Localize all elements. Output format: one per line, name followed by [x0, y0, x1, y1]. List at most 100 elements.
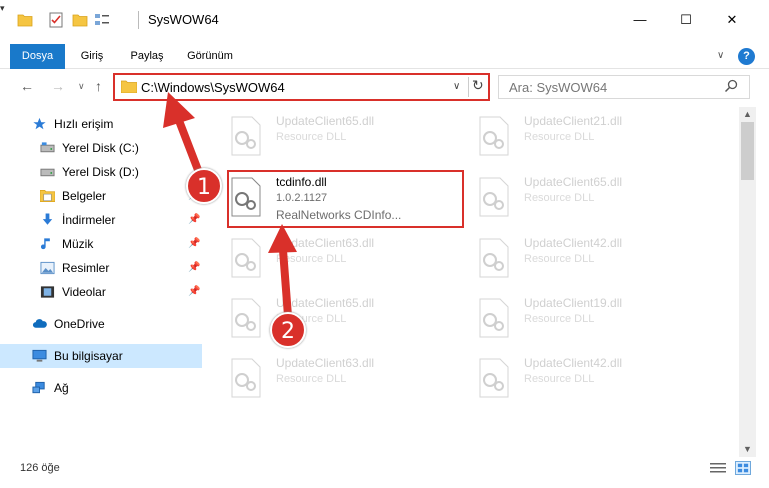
pin-icon[interactable]: 📌: [188, 214, 200, 225]
search-input[interactable]: Ara: SysWOW64: [509, 80, 607, 95]
dll-file-icon: [231, 116, 261, 156]
file-description: Resource DLL: [524, 373, 595, 385]
scroll-up-icon[interactable]: ▲: [743, 109, 752, 119]
download-icon: [42, 213, 53, 225]
folder-icon[interactable]: [17, 12, 33, 28]
dll-file-icon: [231, 298, 261, 338]
new-folder-icon[interactable]: [72, 12, 88, 28]
file-description: Resource DLL: [524, 253, 595, 265]
file-item[interactable]: UpdateClient63.dll Resource DLL: [216, 228, 456, 284]
sidebar-item-label: Hızlı erişim: [54, 117, 114, 131]
details-view-icon[interactable]: [710, 462, 726, 474]
drive-icon: [40, 168, 55, 177]
search-icon[interactable]: [724, 79, 738, 93]
file-item[interactable]: UpdateClient65.dll Resource DLL: [216, 288, 456, 344]
sidebar-item-local-disk-c[interactable]: Yerel Disk (C:): [0, 136, 202, 160]
pin-icon[interactable]: 📌: [188, 238, 200, 249]
computer-icon: [32, 349, 47, 362]
file-name: UpdateClient42.dll: [524, 356, 623, 370]
close-button[interactable]: ✕: [709, 0, 755, 40]
address-path[interactable]: C:\Windows\SysWOW64: [141, 80, 285, 95]
ribbon-tabs: Dosya Giriş Paylaş Görünüm ∨ ?: [0, 44, 769, 69]
file-name: UpdateClient63.dll: [276, 356, 375, 370]
item-count: 126 öğe: [20, 462, 60, 474]
sidebar-item-downloads[interactable]: İndirmeler 📌: [0, 208, 202, 232]
minimize-button[interactable]: —: [617, 0, 663, 40]
sidebar-item-music[interactable]: Müzik 📌: [0, 232, 202, 256]
vertical-scrollbar[interactable]: ▲ ▼: [739, 107, 756, 457]
file-item[interactable]: UpdateClient42.dll Resource DLL: [464, 348, 704, 404]
file-name: UpdateClient65.dll: [276, 114, 375, 128]
scroll-thumb[interactable]: [741, 122, 754, 180]
dll-file-icon: [479, 358, 509, 398]
sidebar-item-local-disk-d[interactable]: Yerel Disk (D:): [0, 160, 202, 184]
sidebar-item-onedrive[interactable]: OneDrive: [0, 312, 202, 336]
file-item[interactable]: UpdateClient42.dll Resource DLL: [464, 228, 704, 284]
sidebar-item-documents[interactable]: Belgeler 📌: [0, 184, 202, 208]
sidebar-item-label: OneDrive: [54, 317, 105, 331]
maximize-button[interactable]: ☐: [663, 0, 709, 40]
sidebar-item-network[interactable]: Ağ: [0, 376, 202, 400]
sidebar-item-label: Videolar: [62, 285, 106, 299]
status-bar: 126 öğe: [0, 458, 769, 488]
help-icon[interactable]: ?: [738, 48, 755, 65]
file-description: Resource DLL: [524, 192, 595, 204]
star-icon: [33, 117, 46, 130]
tab-file[interactable]: Dosya: [10, 44, 65, 69]
tab-view[interactable]: Görünüm: [185, 44, 235, 69]
sidebar-item-videos[interactable]: Videolar 📌: [0, 280, 202, 304]
pictures-icon: [40, 261, 55, 275]
file-item[interactable]: UpdateClient65.dll Resource DLL: [216, 106, 456, 162]
recent-locations-icon[interactable]: ∨: [78, 81, 85, 92]
step-badge-2: 2: [270, 312, 306, 348]
address-bar[interactable]: C:\Windows\SysWOW64 ∨ ↻: [113, 73, 490, 101]
file-name: UpdateClient19.dll: [524, 296, 623, 310]
file-item[interactable]: UpdateClient21.dll Resource DLL: [464, 106, 704, 162]
sidebar-item-label: Müzik: [62, 237, 94, 251]
expand-ribbon-icon[interactable]: ∨: [717, 50, 724, 61]
title-bar: ▾ SysWOW64 — ☐ ✕: [0, 0, 769, 40]
back-arrow-icon[interactable]: ←: [20, 78, 34, 94]
navigation-bar: ← → ∨ ↑ C:\Windows\SysWOW64 ∨ ↻ Ara: Sys…: [0, 70, 769, 104]
search-box[interactable]: Ara: SysWOW64: [498, 75, 750, 99]
sidebar-item-quick-access[interactable]: Hızlı erişim: [0, 112, 202, 136]
dll-file-icon: [479, 177, 509, 217]
pin-icon[interactable]: 📌: [188, 286, 200, 297]
refresh-icon[interactable]: ↻: [472, 77, 484, 94]
file-item[interactable]: UpdateClient19.dll Resource DLL: [464, 288, 704, 344]
tab-share[interactable]: Paylaş: [127, 44, 167, 69]
file-name: UpdateClient65.dll: [524, 175, 623, 189]
sidebar-item-pictures[interactable]: Resimler 📌: [0, 256, 202, 280]
file-highlight-box: [227, 170, 464, 228]
drive-icon: [40, 142, 55, 153]
step-badge-1: 1: [186, 168, 222, 204]
sidebar-item-label: Bu bilgisayar: [54, 349, 123, 363]
music-icon: [40, 238, 50, 250]
properties-icon[interactable]: [48, 12, 64, 28]
sidebar-item-label: Resimler: [62, 261, 110, 275]
dll-file-icon: [479, 238, 509, 278]
pin-icon[interactable]: 📌: [188, 262, 200, 273]
file-name: UpdateClient21.dll: [524, 114, 623, 128]
tiles-view-icon[interactable]: [735, 461, 751, 475]
up-arrow-icon[interactable]: ↑: [95, 78, 102, 94]
documents-icon: [40, 190, 55, 202]
forward-arrow-icon[interactable]: →: [51, 78, 65, 94]
file-item[interactable]: UpdateClient65.dll Resource DLL: [464, 167, 704, 223]
view-options-icon[interactable]: [94, 12, 110, 28]
address-separator: [468, 77, 469, 97]
title-separator: [138, 11, 139, 29]
address-dropdown-icon[interactable]: ∨: [453, 81, 460, 92]
sidebar-item-this-pc[interactable]: Bu bilgisayar: [0, 344, 202, 368]
scroll-down-icon[interactable]: ▼: [743, 444, 752, 454]
sidebar-item-label: İndirmeler: [62, 213, 116, 227]
folder-icon: [121, 80, 137, 93]
file-list: UpdateClient65.dll Resource DLL UpdateCl…: [216, 104, 738, 454]
tab-home[interactable]: Giriş: [77, 44, 107, 69]
file-item[interactable]: UpdateClient63.dll Resource DLL: [216, 348, 456, 404]
file-description: Resource DLL: [276, 131, 347, 143]
sidebar-item-label: Belgeler: [62, 189, 107, 203]
quick-access-dropdown-icon[interactable]: ▾: [0, 3, 5, 13]
dll-file-icon: [479, 116, 509, 156]
dll-file-icon: [479, 298, 509, 338]
